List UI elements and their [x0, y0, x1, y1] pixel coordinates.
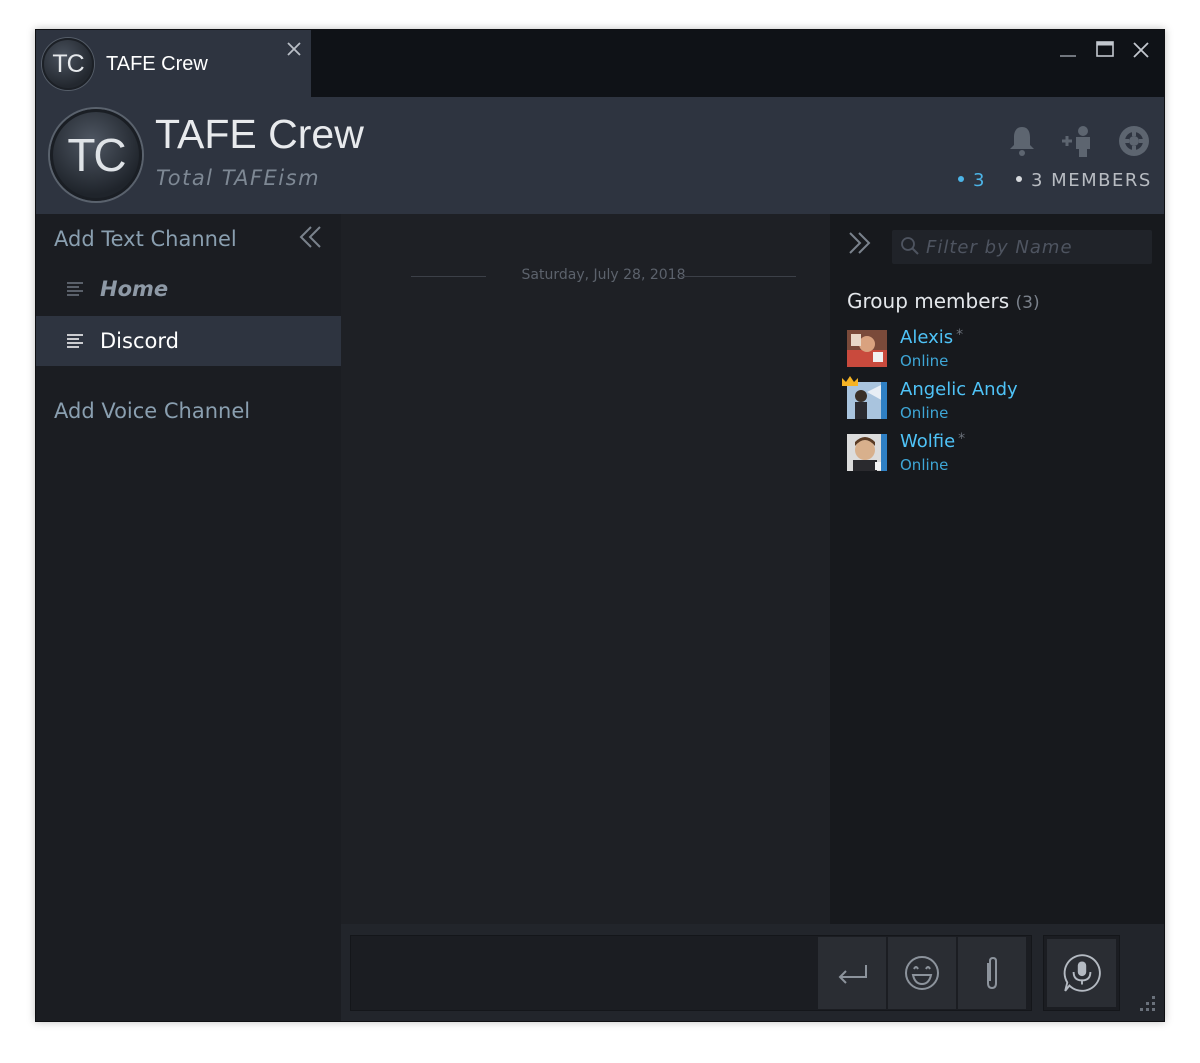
member-star: *: [958, 431, 966, 447]
gear-icon[interactable]: [1116, 123, 1152, 159]
bell-icon[interactable]: [1004, 123, 1040, 159]
minimize-icon[interactable]: [1054, 36, 1082, 64]
search-icon: [901, 237, 919, 255]
member-name: Angelic Andy: [900, 379, 1018, 400]
member-status: Online: [900, 352, 949, 370]
text-channel-icon: [67, 282, 83, 296]
message-composer: [350, 935, 1032, 1011]
group-header: TC TAFE Crew Total TAFEism 3 3 MEMBERS: [36, 97, 1164, 214]
channel-item-discord[interactable]: Discord: [36, 316, 341, 366]
member-row[interactable]: Wolfie * Online: [847, 431, 1147, 481]
member-row[interactable]: Angelic Andy Online: [842, 376, 1147, 429]
send-button[interactable]: [818, 937, 886, 1009]
collapse-right-icon[interactable]: [846, 230, 872, 256]
group-tagline: Total TAFEism: [156, 166, 321, 190]
tab-close-icon[interactable]: [283, 38, 305, 60]
add-voice-channel-button[interactable]: Add Voice Channel: [54, 399, 250, 423]
members-panel: Group members (3) Alexis* Online Angelic…: [830, 214, 1164, 924]
message-input[interactable]: [361, 946, 811, 1000]
resize-grip-icon[interactable]: [1132, 992, 1158, 1018]
channel-item-home[interactable]: Home: [36, 264, 341, 314]
tab-tafe-crew[interactable]: TC TAFE Crew: [36, 30, 311, 97]
member-status: Online: [900, 404, 949, 422]
chat-log[interactable]: Saturday, July 28, 2018: [341, 214, 830, 924]
group-members-title: Group members: [847, 289, 1010, 313]
member-avatar[interactable]: [847, 434, 887, 471]
add-text-channel-button[interactable]: Add Text Channel: [54, 227, 237, 251]
voice-chat-button[interactable]: [1043, 935, 1120, 1011]
voice-chat-icon: [1063, 954, 1101, 992]
paperclip-icon: [987, 956, 997, 990]
channel-label-home: Home: [100, 277, 169, 301]
owner-crown-icon: [842, 376, 858, 386]
member-name: Wolfie *: [900, 431, 966, 452]
enter-icon: [838, 965, 867, 984]
filter-by-name-input[interactable]: [926, 232, 1146, 262]
title-bar[interactable]: TC TAFE Crew: [36, 30, 1164, 97]
chat-window: TC TAFE Crew TC TAFE Crew Total TAFEism: [35, 29, 1165, 1022]
date-separator-line-right: [681, 276, 796, 277]
maximize-icon[interactable]: [1091, 36, 1119, 64]
emoticon-button[interactable]: [888, 937, 956, 1009]
member-avatar[interactable]: [847, 330, 887, 367]
member-avatar[interactable]: [847, 382, 887, 419]
channels-sidebar: Add Text Channel Home Discord Add Voice …: [36, 214, 341, 1021]
text-channel-icon: [67, 334, 83, 348]
voice-chat-button-inner: [1047, 939, 1116, 1007]
members-count[interactable]: 3 MEMBERS: [1016, 170, 1152, 191]
date-separator-text: Saturday, July 28, 2018: [521, 267, 686, 283]
online-count: 3: [958, 170, 985, 191]
member-row[interactable]: Alexis * Online: [847, 327, 1147, 377]
tab-group-avatar: TC: [42, 38, 94, 90]
collapse-left-icon[interactable]: [298, 224, 324, 250]
member-filter[interactable]: [892, 230, 1152, 264]
window-close-icon[interactable]: [1127, 36, 1155, 64]
add-friend-icon[interactable]: [1060, 123, 1096, 159]
member-status: Online: [900, 456, 949, 474]
member-name: Alexis *: [900, 327, 964, 348]
channel-label-discord: Discord: [100, 329, 179, 353]
group-name: TAFE Crew: [155, 111, 364, 157]
group-members-count: (3): [1015, 293, 1040, 313]
tab-title: TAFE Crew: [106, 53, 208, 75]
attach-button[interactable]: [958, 937, 1026, 1009]
member-star: *: [956, 327, 964, 343]
group-members-heading: Group members (3): [847, 289, 1040, 313]
date-separator: Saturday, July 28, 2018: [411, 267, 796, 287]
emoji-icon: [905, 956, 939, 990]
group-avatar[interactable]: TC: [50, 109, 142, 201]
